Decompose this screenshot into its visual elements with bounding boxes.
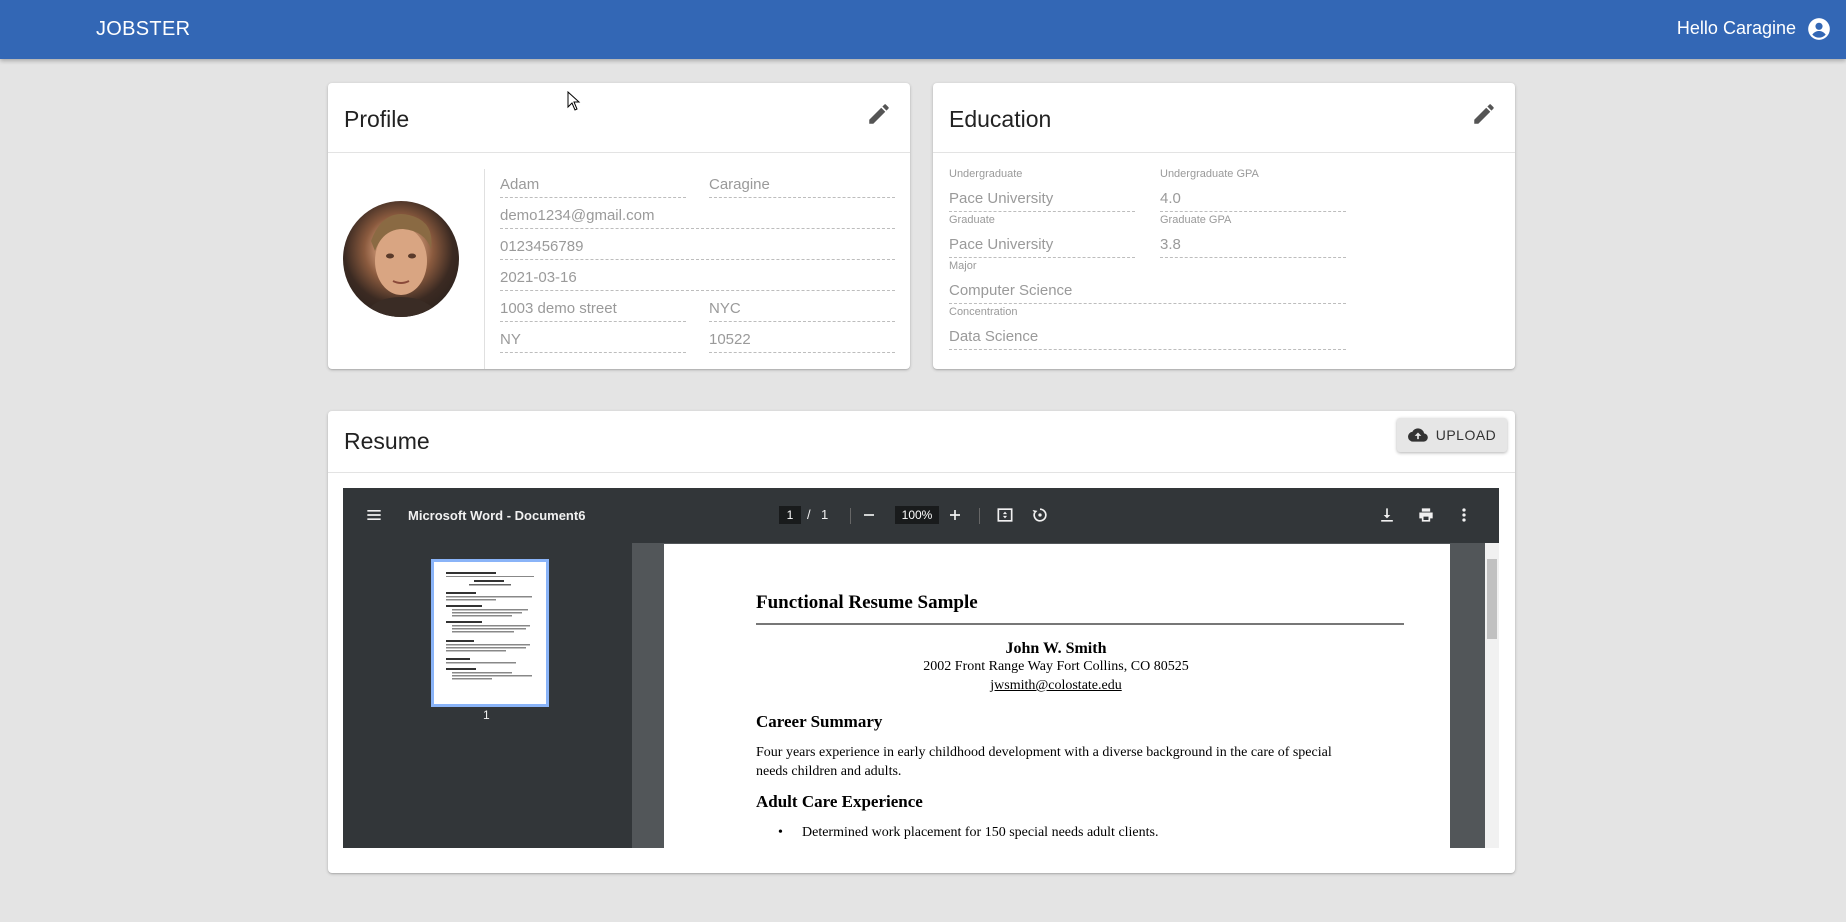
- concentration-field[interactable]: Data Science: [949, 327, 1346, 350]
- city-field[interactable]: NYC: [709, 299, 895, 322]
- grad-gpa-field[interactable]: 3.8: [1160, 235, 1346, 258]
- undergrad-gpa-label: Undergraduate GPA: [1160, 168, 1259, 180]
- user-greeting: Hello Caragine: [1676, 18, 1796, 38]
- cloud-upload-icon: [1407, 428, 1428, 442]
- education-divider: [933, 152, 1515, 153]
- rotate-icon[interactable]: [1030, 505, 1050, 525]
- pdf-viewer: Microsoft Word - Document6 1 / 1 100% 1 …: [343, 488, 1499, 848]
- profile-title: Profile: [344, 106, 410, 132]
- doc-bullet-text: Determined work placement for 150 specia…: [802, 825, 1159, 840]
- zoom-out-icon[interactable]: [859, 505, 879, 525]
- app-bar: JOBSTER Hello Caragine: [0, 0, 1846, 59]
- page-total: 1: [821, 507, 829, 522]
- pdf-doc-title: Microsoft Word - Document6: [408, 508, 586, 523]
- toolbar-separator: [850, 508, 851, 524]
- download-icon[interactable]: [1377, 505, 1397, 525]
- doc-section-career: Career Summary: [756, 712, 883, 731]
- pdf-page: Functional Resume Sample John W. Smith 2…: [664, 544, 1450, 848]
- doc-address: 2002 Front Range Way Fort Collins, CO 80…: [923, 659, 1189, 674]
- resume-divider: [328, 472, 1515, 473]
- zoom-in-icon[interactable]: [945, 505, 965, 525]
- pdf-scrollbar-thumb[interactable]: [1487, 559, 1497, 639]
- page-number-input[interactable]: 1: [779, 506, 801, 524]
- doc-summary: Four years experience in early childhood…: [756, 745, 1332, 779]
- edit-profile-icon[interactable]: [866, 101, 892, 127]
- page-separator: /: [807, 507, 811, 522]
- doc-heading: Functional Resume Sample: [756, 592, 978, 613]
- more-options-icon[interactable]: [1454, 505, 1474, 525]
- avatar: [343, 201, 459, 317]
- profile-vertical-divider: [484, 169, 485, 369]
- thumbnail-page-number: 1: [483, 708, 490, 722]
- profile-card: Profile Adam Caragine demo1234@gmail.com…: [328, 83, 910, 369]
- profile-divider: [328, 152, 910, 153]
- fit-page-icon[interactable]: [995, 505, 1015, 525]
- zoom-level-input[interactable]: 100%: [895, 506, 939, 524]
- pdf-scrollbar[interactable]: [1485, 543, 1499, 848]
- grad-gpa-label: Graduate GPA: [1160, 214, 1232, 226]
- education-card: Education Undergraduate Pace University …: [933, 83, 1515, 369]
- first-name-field[interactable]: Adam: [500, 175, 686, 198]
- print-icon[interactable]: [1416, 505, 1436, 525]
- date-field[interactable]: 2021-03-16: [500, 268, 895, 291]
- undergrad-field[interactable]: Pace University: [949, 189, 1135, 212]
- doc-bullet: •: [778, 825, 783, 840]
- edit-education-icon[interactable]: [1471, 101, 1497, 127]
- resume-card: Resume UPLOAD Microsoft Word - Document6…: [328, 411, 1515, 873]
- pdf-toolbar: Microsoft Word - Document6 1 / 1 100%: [343, 488, 1499, 543]
- grad-label: Graduate: [949, 214, 995, 226]
- brand-logo[interactable]: JOBSTER: [96, 18, 190, 41]
- menu-icon[interactable]: [364, 505, 384, 525]
- doc-email: jwsmith@colostate.edu: [990, 678, 1122, 693]
- major-label: Major: [949, 260, 977, 272]
- doc-section-adult-care: Adult Care Experience: [756, 792, 923, 811]
- thumbnail-sidebar: 1: [343, 543, 632, 848]
- phone-field[interactable]: 0123456789: [500, 237, 895, 260]
- grad-field[interactable]: Pace University: [949, 235, 1135, 258]
- undergrad-label: Undergraduate: [949, 168, 1023, 180]
- account-circle-icon[interactable]: [1806, 16, 1832, 42]
- undergrad-gpa-field[interactable]: 4.0: [1160, 189, 1346, 212]
- doc-name: John W. Smith: [1005, 640, 1107, 657]
- page-thumbnail[interactable]: [431, 559, 549, 707]
- last-name-field[interactable]: Caragine: [709, 175, 895, 198]
- mouse-cursor-icon: [567, 91, 581, 111]
- doc-heading-rule: [756, 623, 1404, 625]
- concentration-label: Concentration: [949, 306, 1018, 318]
- email-field[interactable]: demo1234@gmail.com: [500, 206, 895, 229]
- resume-title: Resume: [344, 428, 430, 454]
- education-title: Education: [949, 106, 1052, 132]
- upload-button[interactable]: UPLOAD: [1397, 418, 1507, 452]
- zip-field[interactable]: 10522: [709, 330, 895, 353]
- state-field[interactable]: NY: [500, 330, 686, 353]
- major-field[interactable]: Computer Science: [949, 281, 1346, 304]
- upload-label: UPLOAD: [1435, 427, 1497, 443]
- street-field[interactable]: 1003 demo street: [500, 299, 686, 322]
- toolbar-separator: [979, 508, 980, 524]
